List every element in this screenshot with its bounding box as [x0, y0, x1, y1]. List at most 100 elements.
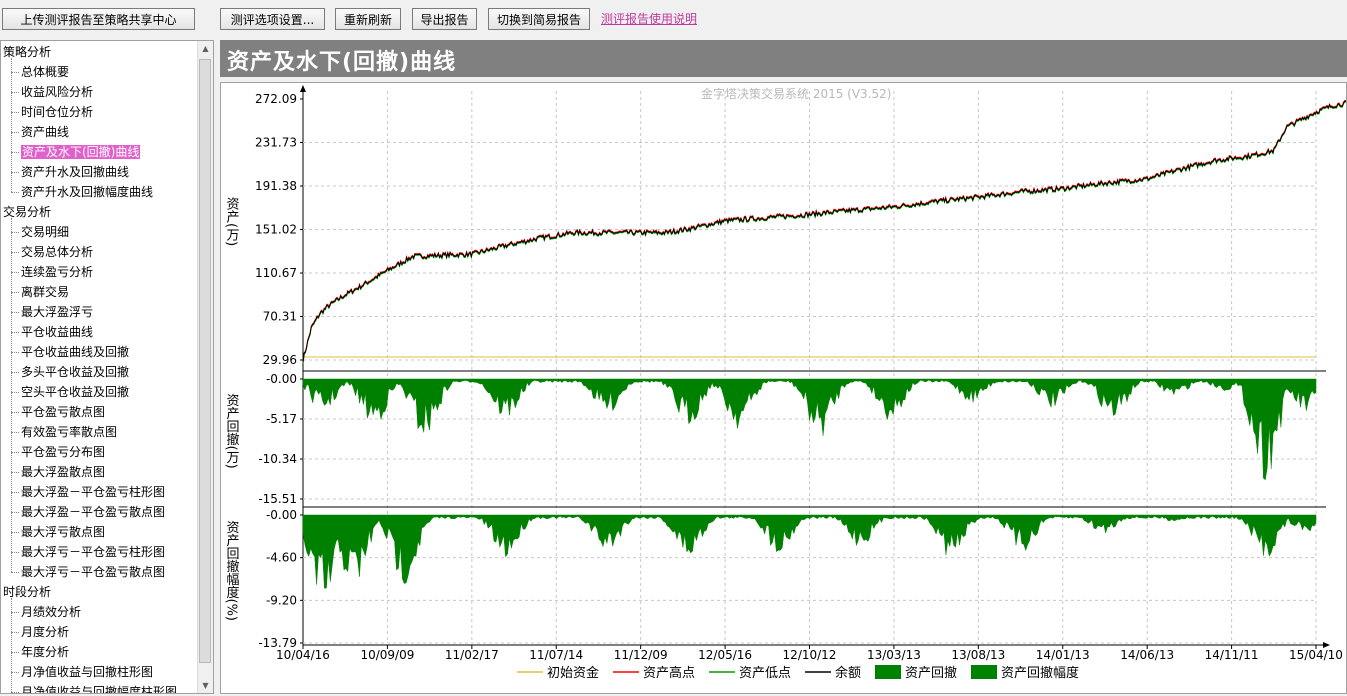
- tree-item-label: 最大浮盈－平仓盈亏柱形图: [21, 485, 166, 499]
- tree-item[interactable]: 平仓收益曲线及回撤: [21, 342, 129, 362]
- tree-connector: [11, 412, 19, 413]
- tree-connector: [11, 332, 19, 333]
- tree-item[interactable]: 月净值收益与回撤幅度柱形图: [21, 682, 178, 694]
- scroll-down-icon[interactable]: ▼: [198, 678, 213, 693]
- tree-item[interactable]: 资产曲线: [21, 122, 69, 142]
- tree-item-label: 月净值收益与回撤幅度柱形图: [21, 685, 178, 694]
- y-tick-label: -10.34: [258, 452, 297, 466]
- x-tick-label: 10/04/16: [276, 648, 330, 662]
- y-tick-label: 231.73: [255, 136, 297, 150]
- tree-item[interactable]: 平仓收益曲线: [21, 322, 93, 342]
- chart-panel: 金字塔决策交易系统 2015 (V3.52) 10/04/16 10/09/09 11…: [220, 82, 1347, 694]
- page-title: 资产及水下(回撤)曲线: [227, 50, 457, 75]
- tree-item[interactable]: 最大浮盈－平仓盈亏散点图: [21, 502, 165, 522]
- legend-label: 资产高点: [643, 665, 695, 681]
- tree-item[interactable]: 资产升水及回撤幅度曲线: [21, 182, 153, 202]
- tree-item[interactable]: 最大浮盈浮亏: [21, 302, 93, 322]
- tree-connector: [11, 232, 19, 233]
- tree-item[interactable]: 有效盈亏率散点图: [21, 422, 117, 442]
- tree-item[interactable]: 总体概要: [21, 62, 69, 82]
- scroll-thumb[interactable]: [199, 59, 211, 663]
- tree-item[interactable]: 空头平仓收益及回撤: [21, 382, 129, 402]
- legend-label: 初始资金: [547, 665, 599, 681]
- legend-label: 余额: [835, 665, 861, 681]
- x-tick-label: 14/06/13: [1120, 648, 1174, 662]
- equity-low-line: [302, 101, 1347, 364]
- tree-item[interactable]: 月净值收益与回撤柱形图: [21, 662, 153, 682]
- tree-item[interactable]: 交易总体分析: [21, 242, 93, 262]
- tree-item[interactable]: 最大浮亏散点图: [21, 522, 105, 542]
- navigation-tree[interactable]: 策略分析 总体概要 收益风险分析 时间仓位分析 资产曲线 资产及水下(回撤)曲线 资产升水及…: [0, 40, 214, 694]
- tree-item-label: 多头平仓收益及回撤: [21, 365, 130, 379]
- tree-connector: [11, 58, 12, 192]
- help-link[interactable]: 测评报告使用说明: [601, 10, 697, 27]
- tree-item-label: 平仓盈亏散点图: [21, 405, 106, 419]
- tree-item[interactable]: 交易明细: [21, 222, 69, 242]
- y-tick-label: 110.67: [255, 266, 297, 280]
- x-tick-label: 10/09/09: [360, 648, 414, 662]
- tree-item-label: 最大浮盈浮亏: [21, 305, 94, 319]
- tree-item[interactable]: 资产升水及回撤曲线: [21, 162, 129, 182]
- tree-item-label: 资产升水及回撤幅度曲线: [21, 185, 154, 199]
- tree-connector: [11, 472, 19, 473]
- legend-swatch: [971, 665, 997, 679]
- tree-item-label: 资产升水及回撤曲线: [21, 165, 130, 179]
- tree-item[interactable]: 最大浮盈散点图: [21, 462, 105, 482]
- x-tick-label: 11/12/09: [614, 648, 668, 662]
- tree-item-label: 月度分析: [21, 625, 70, 639]
- tree-item-label: 平仓收益曲线及回撤: [21, 345, 130, 359]
- tree-connector: [11, 598, 12, 692]
- tree-item[interactable]: 月度分析: [21, 622, 69, 642]
- tree-connector: [11, 218, 12, 572]
- tree-connector: [11, 392, 19, 393]
- legend-swatch: [875, 665, 901, 679]
- tree-connector: [11, 352, 19, 353]
- tree-item[interactable]: 最大浮盈－平仓盈亏柱形图: [21, 482, 165, 502]
- tree-connector: [11, 612, 19, 613]
- tree-item[interactable]: 资产及水下(回撤)曲线: [21, 142, 141, 162]
- refresh-button[interactable]: 重新刷新: [335, 8, 401, 30]
- tree-scrollbar[interactable]: ▲ ▼: [197, 41, 213, 693]
- tree-item[interactable]: 平仓盈亏分布图: [21, 442, 105, 462]
- y-axis-arrow-icon: [300, 85, 306, 92]
- y-tick-label: 191.38: [255, 179, 297, 193]
- options-button[interactable]: 测评选项设置...: [220, 8, 325, 30]
- legend-label: 资产低点: [739, 666, 791, 681]
- tree-connector: [11, 572, 19, 573]
- tree-connector: [11, 272, 19, 273]
- y-axis-label: 资产回撤幅度(%): [224, 521, 240, 622]
- tree-connector: [11, 172, 19, 173]
- tree-item[interactable]: 年度分析: [21, 642, 69, 662]
- y-tick-label: -0.00: [266, 372, 297, 386]
- tree-connector: [11, 192, 19, 193]
- tree-item[interactable]: 离群交易: [21, 282, 69, 302]
- legend-label: 资产回撤: [905, 665, 957, 681]
- y-tick-label: 70.31: [263, 310, 297, 324]
- tree-item[interactable]: 多头平仓收益及回撤: [21, 362, 129, 382]
- legend-label: 资产回撤幅度: [1001, 665, 1079, 681]
- tree-item[interactable]: 收益风险分析: [21, 82, 93, 102]
- upload-report-button[interactable]: 上传测评报告至策略共享中心: [2, 8, 195, 30]
- tree-connector: [11, 112, 19, 113]
- tree-item[interactable]: 最大浮亏－平仓盈亏散点图: [21, 562, 165, 582]
- tree-item[interactable]: 连续盈亏分析: [21, 262, 93, 282]
- export-report-button[interactable]: 导出报告: [412, 8, 477, 30]
- page-title-bar: 资产及水下(回撤)曲线: [220, 40, 1347, 77]
- tree-item[interactable]: 平仓盈亏散点图: [21, 402, 105, 422]
- tree-item[interactable]: 月绩效分析: [21, 602, 81, 622]
- tree-item-label: 平仓收益曲线: [21, 325, 94, 339]
- y-tick-label: -4.60: [266, 551, 297, 565]
- tree-item-label: 离群交易: [21, 285, 70, 299]
- tree-connector: [11, 652, 19, 653]
- tree-connector: [11, 452, 19, 453]
- tree-connector: [11, 292, 19, 293]
- tree-item[interactable]: 时间仓位分析: [21, 102, 93, 122]
- tree-connector: [11, 152, 19, 153]
- scroll-up-icon[interactable]: ▲: [198, 41, 213, 56]
- tree-item[interactable]: 最大浮亏－平仓盈亏柱形图: [21, 542, 165, 562]
- x-tick-label: 13/08/13: [951, 648, 1005, 662]
- switch-simple-report-button[interactable]: 切换到简易报告: [488, 8, 590, 30]
- tree-item-label: 资产曲线: [21, 125, 70, 139]
- y-axis-label: 资产(万): [224, 197, 240, 246]
- chart-watermark: 金字塔决策交易系统 2015 (V3.52): [701, 86, 891, 101]
